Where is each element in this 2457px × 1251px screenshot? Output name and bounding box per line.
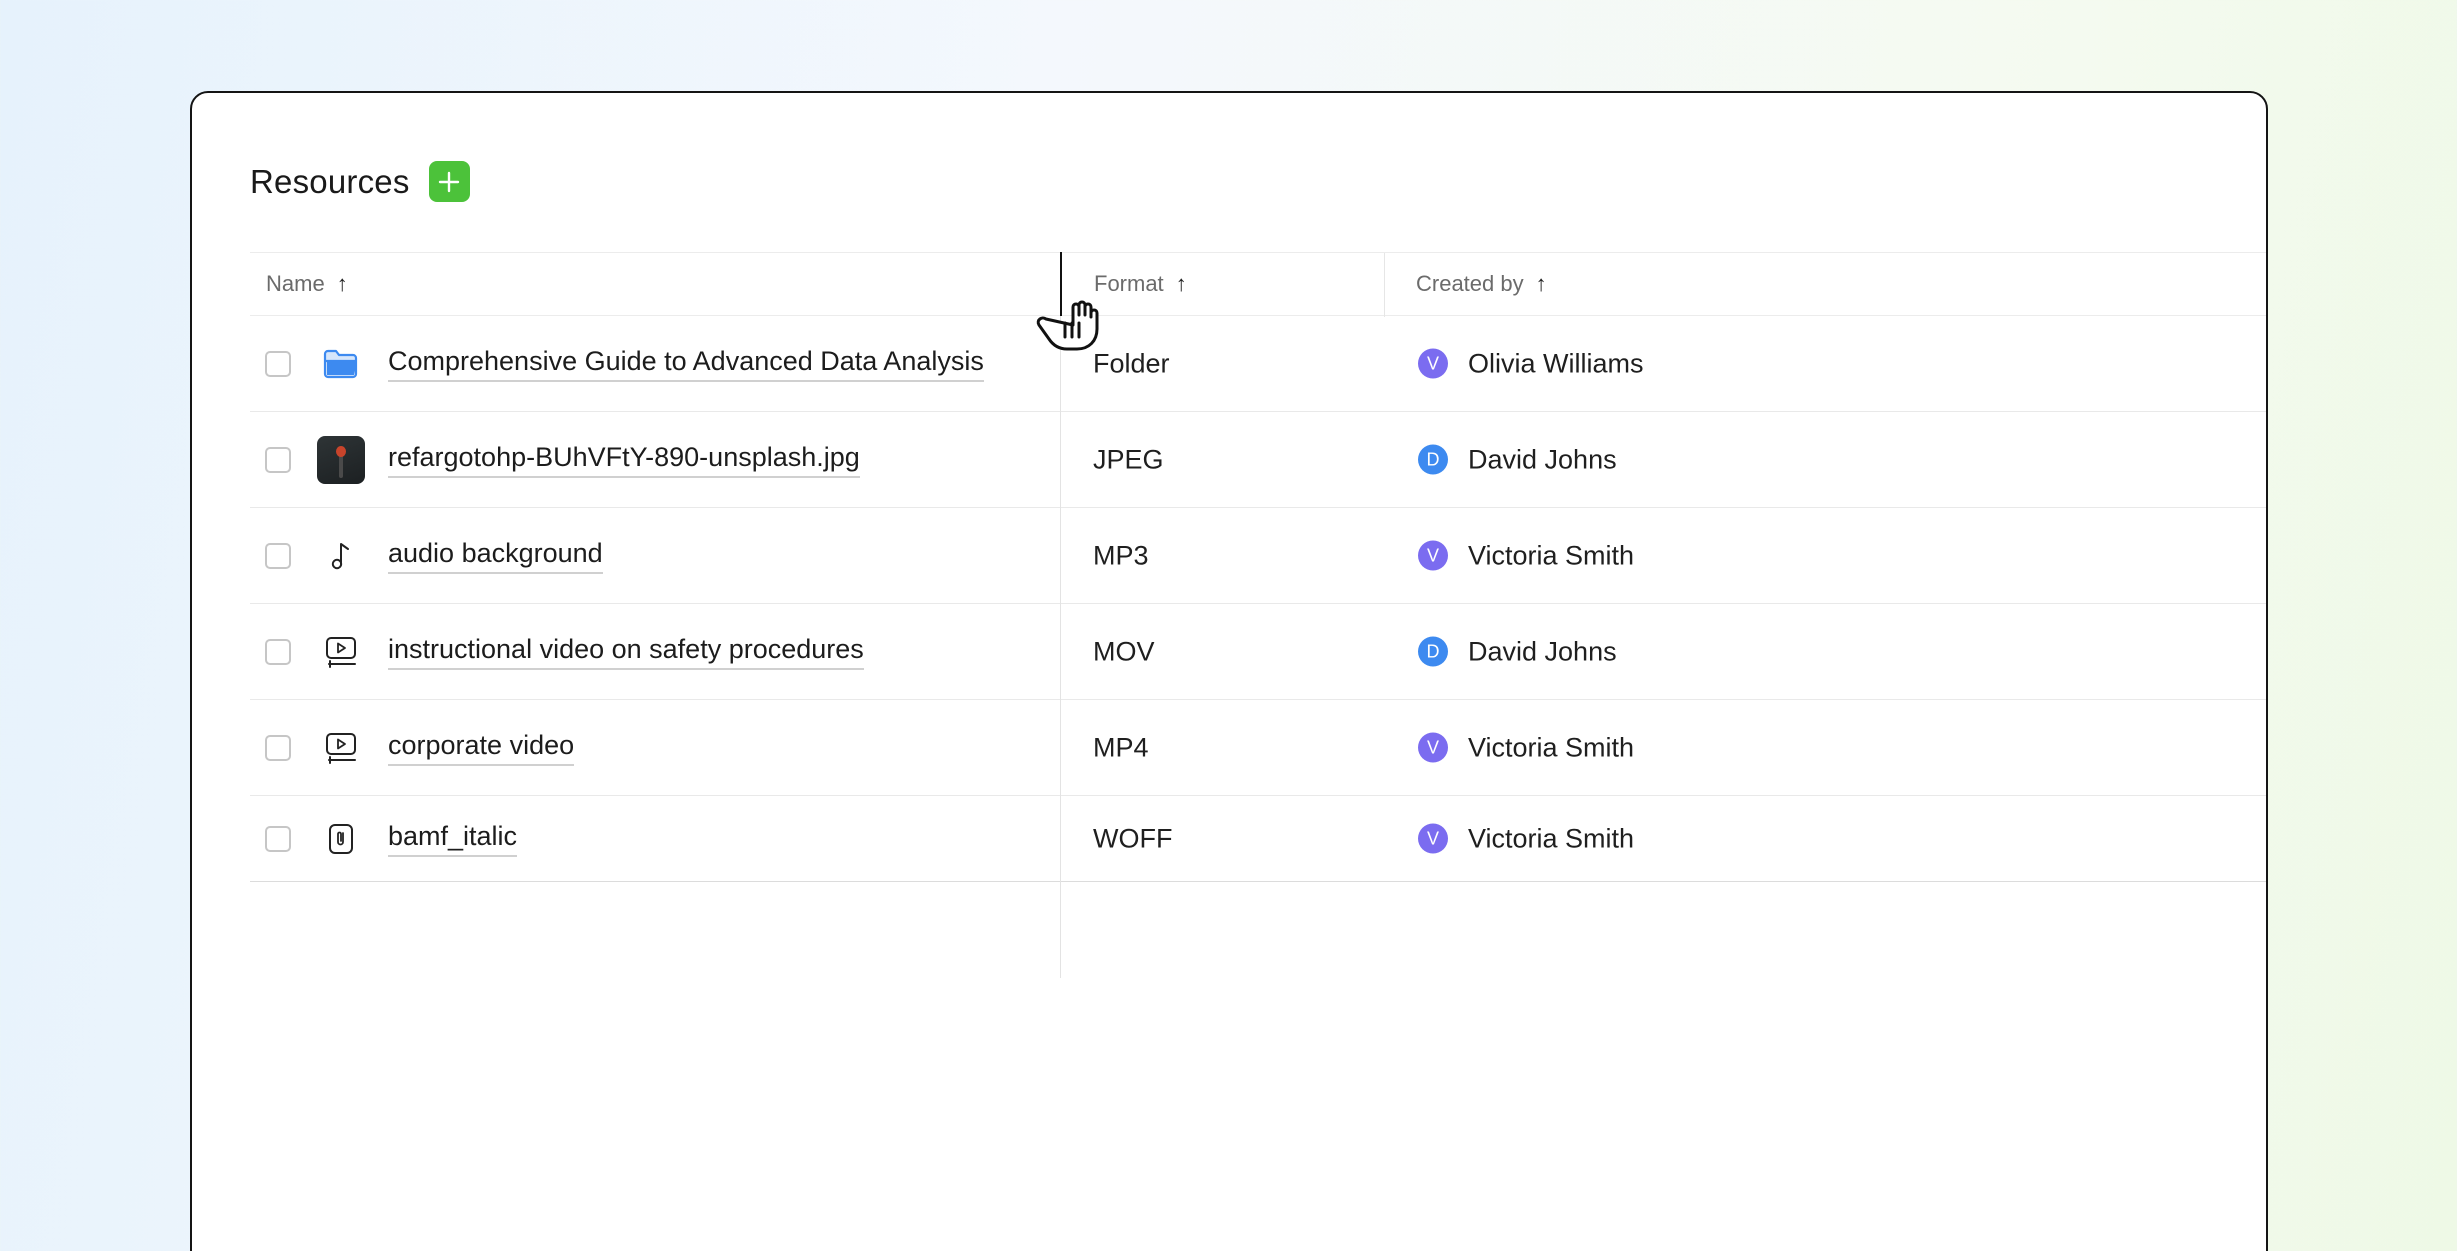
file-name-link[interactable]: bamf_italic [388, 821, 518, 857]
grab-resize-cursor-icon [1036, 300, 1099, 351]
creator-name: Victoria Smith [1468, 732, 1635, 762]
resources-table: Name ↑ Format ↑ Created by ↑ Comprehensi… [250, 252, 2266, 882]
creator-name: Victoria Smith [1468, 540, 1635, 570]
format-cell: MP4 [1093, 732, 1149, 762]
row-checkbox[interactable] [265, 638, 291, 665]
table-row[interactable]: instructional video on safety procedures… [250, 604, 2266, 700]
avatar: D [1418, 636, 1448, 667]
image-thumbnail [316, 435, 366, 485]
creator-cell: V Victoria Smith [1418, 732, 1634, 763]
plus-icon [438, 171, 460, 192]
creator-cell: D David Johns [1418, 636, 1617, 667]
format-cell: MOV [1093, 636, 1155, 666]
column-resize-guide [1060, 316, 1061, 978]
music-note-icon [316, 531, 366, 581]
avatar: D [1418, 444, 1448, 475]
avatar: V [1418, 732, 1448, 763]
row-checkbox[interactable] [265, 446, 291, 473]
file-name-link[interactable]: instructional video on safety procedures [388, 634, 864, 670]
table-row[interactable]: corporate video MP4 V Victoria Smith [250, 700, 2266, 796]
video-icon [316, 627, 366, 677]
avatar: V [1418, 540, 1448, 571]
table-row[interactable]: audio background MP3 V Victoria Smith [250, 508, 2266, 604]
sort-arrow-icon[interactable]: ↑ [1176, 271, 1187, 297]
file-name-link[interactable]: refargotohp-BUhVFtY-890-unsplash.jpg [388, 442, 860, 478]
table-header: Name ↑ Format ↑ Created by ↑ [250, 252, 2266, 317]
format-cell: WOFF [1093, 823, 1173, 853]
file-name-link[interactable]: audio background [388, 538, 603, 574]
row-checkbox[interactable] [265, 542, 291, 569]
column-header-created-by-label: Created by [1416, 271, 1524, 296]
row-checkbox[interactable] [265, 734, 291, 761]
attachment-file-icon [316, 814, 366, 864]
creator-name: David Johns [1468, 444, 1617, 474]
column-divider[interactable] [1384, 253, 1385, 317]
creator-name: Olivia Williams [1468, 348, 1644, 378]
image-thumbnail-preview [317, 435, 365, 484]
sort-arrow-icon[interactable]: ↑ [337, 271, 348, 297]
avatar: V [1418, 348, 1448, 379]
format-cell: JPEG [1093, 444, 1164, 474]
table-row[interactable]: bamf_italic WOFF V Victoria Smith [250, 796, 2266, 882]
table-row[interactable]: refargotohp-BUhVFtY-890-unsplash.jpg JPE… [250, 412, 2266, 508]
creator-cell: V Olivia Williams [1418, 348, 1644, 379]
format-cell: MP3 [1093, 540, 1149, 570]
folder-icon [316, 339, 366, 389]
creator-cell: V Victoria Smith [1418, 540, 1634, 571]
creator-cell: D David Johns [1418, 444, 1617, 475]
column-header-name[interactable]: Name ↑ [266, 253, 348, 315]
row-checkbox[interactable] [265, 825, 291, 852]
column-header-created-by[interactable]: Created by ↑ [1416, 253, 1547, 315]
creator-name: David Johns [1468, 636, 1617, 666]
column-header-name-label: Name [266, 271, 325, 296]
creator-cell: V Victoria Smith [1418, 823, 1634, 854]
add-resource-button[interactable] [428, 161, 470, 202]
file-name-link[interactable]: corporate video [388, 730, 575, 766]
video-icon [316, 723, 366, 773]
file-name-link[interactable]: Comprehensive Guide to Advanced Data Ana… [388, 346, 984, 382]
sort-arrow-icon[interactable]: ↑ [1536, 271, 1547, 297]
avatar: V [1418, 823, 1448, 854]
row-checkbox[interactable] [265, 350, 291, 377]
resources-panel: Resources Name ↑ Format ↑ Created by ↑ C… [190, 91, 2268, 1251]
table-row[interactable]: Comprehensive Guide to Advanced Data Ana… [250, 316, 2266, 412]
panel-header: Resources [250, 161, 470, 202]
page-title: Resources [250, 162, 410, 200]
creator-name: Victoria Smith [1468, 823, 1635, 853]
